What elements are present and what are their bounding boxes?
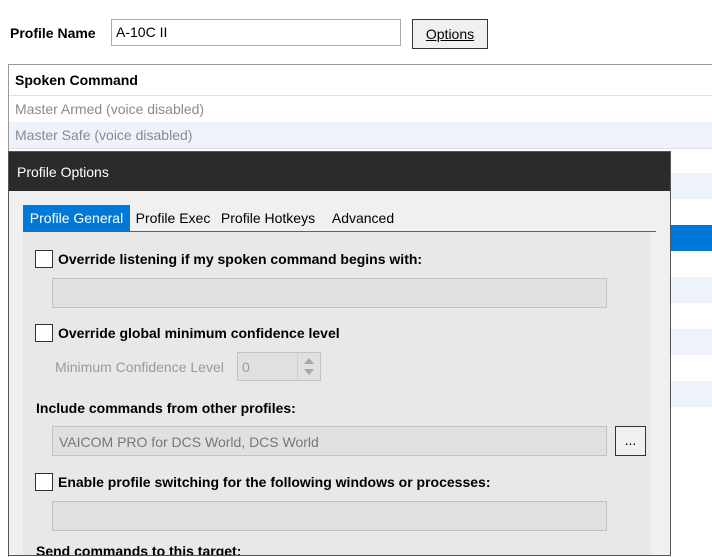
- profile-options-dialog: Profile Options Profile General Profile …: [8, 151, 671, 556]
- profile-name-label: Profile Name: [10, 25, 96, 41]
- profile-name-input[interactable]: [111, 19, 401, 46]
- chevron-down-icon: [304, 369, 314, 375]
- min-confidence-label: Minimum Confidence Level: [55, 359, 224, 375]
- tab-advanced[interactable]: Advanced: [327, 205, 399, 231]
- tab-profile-hotkeys[interactable]: Profile Hotkeys: [217, 205, 319, 231]
- stepper-arrows: [297, 353, 320, 380]
- include-commands-value: VAICOM PRO for DCS World, DCS World: [59, 434, 319, 450]
- override-confidence-checkbox[interactable]: [35, 324, 53, 342]
- include-commands-label: Include commands from other profiles:: [36, 400, 296, 416]
- min-confidence-value: 0: [242, 359, 250, 375]
- override-listening-label: Override listening if my spoken command …: [58, 251, 423, 267]
- override-listening-checkbox[interactable]: [35, 250, 53, 268]
- profile-bar: Profile Name Options: [0, 0, 712, 64]
- dialog-title: Profile Options: [17, 164, 109, 180]
- grid-header-spoken-command: Spoken Command: [15, 72, 138, 88]
- min-confidence-stepper: 0: [237, 352, 321, 381]
- dialog-titlebar[interactable]: Profile Options: [9, 152, 670, 191]
- table-cell: Master Armed (voice disabled): [15, 101, 205, 117]
- table-row[interactable]: Master Armed (voice disabled): [9, 96, 712, 122]
- override-confidence-label: Override global minimum confidence level: [58, 325, 340, 341]
- profile-switching-label: Enable profile switching for the followi…: [58, 474, 491, 490]
- options-button-label: Options: [425, 26, 475, 42]
- table-row[interactable]: Master Safe (voice disabled): [9, 122, 712, 148]
- override-listening-input: [52, 278, 607, 308]
- tab-profile-general[interactable]: Profile General: [23, 205, 130, 231]
- profile-switching-input: [52, 501, 607, 531]
- include-commands-field: VAICOM PRO for DCS World, DCS World: [52, 426, 607, 456]
- grid-divider: [9, 148, 712, 149]
- tab-profile-exec[interactable]: Profile Exec: [133, 205, 213, 231]
- chevron-up-icon: [304, 358, 314, 364]
- options-button[interactable]: Options: [412, 19, 488, 49]
- browse-profiles-button[interactable]: ...: [615, 426, 646, 456]
- send-commands-label: Send commands to this target:: [36, 543, 242, 556]
- profile-switching-checkbox[interactable]: [35, 473, 53, 491]
- table-cell: Master Safe (voice disabled): [15, 127, 193, 143]
